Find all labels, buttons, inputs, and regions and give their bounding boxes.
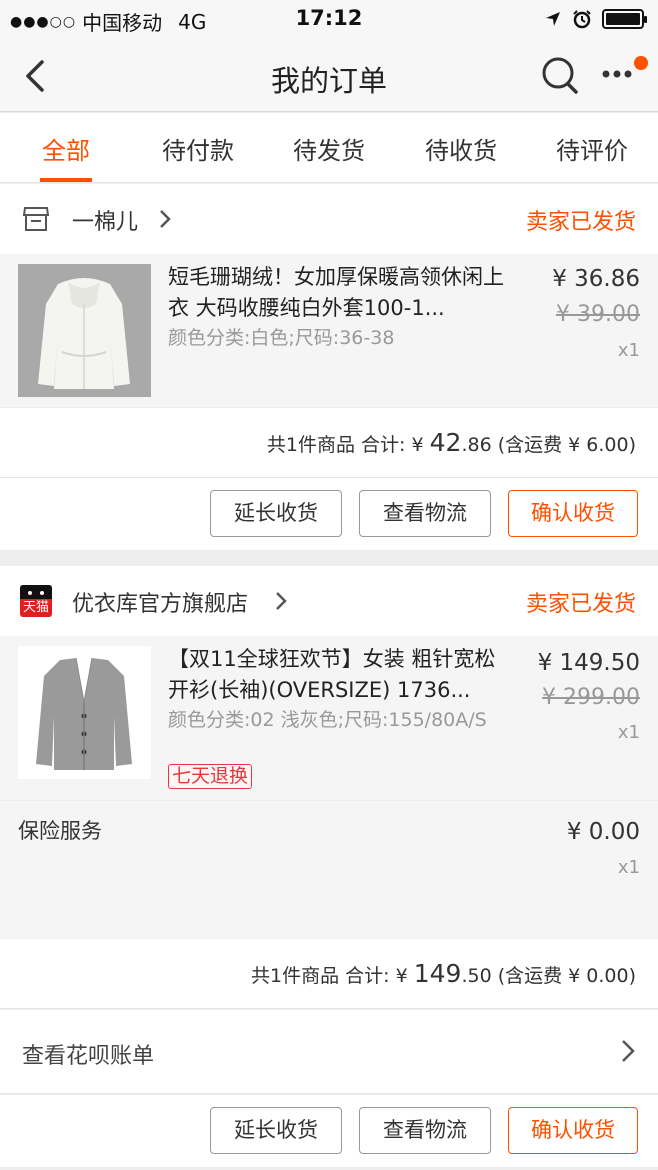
store-name[interactable]: 优衣库官方旗舰店 xyxy=(72,586,248,618)
store-name[interactable]: 一棉儿 xyxy=(72,204,138,236)
summary-prefix: 共1件商品 合计: ¥ xyxy=(266,434,430,456)
jacket-image xyxy=(18,264,151,397)
store-row[interactable]: 天猫 优衣库官方旗舰店 卖家已发货 xyxy=(0,566,658,636)
insurance-service[interactable]: 保险服务 ¥ 0.00 x1 xyxy=(0,801,658,938)
item-original-price: ¥ 39.00 xyxy=(556,302,640,327)
location-icon xyxy=(546,12,560,26)
tab-pending-receipt[interactable]: 待收货 xyxy=(411,131,511,166)
item-quantity: x1 xyxy=(617,340,640,361)
seven-day-return-badge: 七天退换 xyxy=(168,764,253,789)
order-summary: 共1件商品 合计: ¥ 42.86 (含运费 ¥ 6.00) xyxy=(0,408,658,478)
summary-total-integer: 149 xyxy=(413,959,462,988)
item-price: ¥ 36.86 xyxy=(552,266,640,292)
order-status: 卖家已发货 xyxy=(525,210,636,235)
confirm-receipt-button[interactable]: 确认收货 xyxy=(508,1107,638,1154)
confirm-receipt-button[interactable]: 确认收货 xyxy=(508,490,638,537)
status-bar: ●●●○○ 中国移动 4G 17:12 xyxy=(0,0,658,40)
chevron-right-icon xyxy=(622,1040,635,1062)
insurance-price: ¥ 0.00 xyxy=(566,819,640,845)
product-sku: 颜色分类:白色;尺码:36-38 xyxy=(168,327,395,349)
view-logistics-button[interactable]: 查看物流 xyxy=(359,1107,491,1154)
nav-bar: 我的订单 xyxy=(0,40,658,112)
product-title[interactable]: 【双11全球狂欢节】女装 粗针宽松开衫(长袖)(OVERSIZE) 1736..… xyxy=(168,644,513,706)
notification-dot xyxy=(634,56,648,70)
item-quantity: x1 xyxy=(617,722,640,743)
huabei-bill-label[interactable]: 查看花呗账单 xyxy=(22,1038,154,1070)
tab-pending-shipment[interactable]: 待发货 xyxy=(279,131,379,166)
tmall-logo-icon: 天猫 xyxy=(20,585,52,617)
battery-icon xyxy=(602,9,647,29)
product-thumbnail[interactable] xyxy=(18,264,151,397)
tmall-badge-text: 天猫 xyxy=(22,600,49,615)
active-tab-indicator xyxy=(40,178,92,182)
chevron-right-icon xyxy=(160,210,171,228)
tab-pending-review[interactable]: 待评价 xyxy=(542,131,642,166)
order-item[interactable]: 【双11全球狂欢节】女装 粗针宽松开衫(长袖)(OVERSIZE) 1736..… xyxy=(0,636,658,800)
huabei-bill-row[interactable]: 查看花呗账单 xyxy=(0,1010,658,1094)
order-actions: 延长收货 查看物流 确认收货 xyxy=(0,1095,658,1167)
tab-all[interactable]: 全部 xyxy=(16,131,116,166)
product-sku: 颜色分类:02 浅灰色;尺码:155/80A/S xyxy=(168,709,487,731)
order-status: 卖家已发货 xyxy=(525,592,636,617)
extend-receipt-button[interactable]: 延长收货 xyxy=(210,1107,342,1154)
summary-total-decimal: .86 xyxy=(461,434,492,456)
product-title[interactable]: 短毛珊瑚绒！女加厚保暖高领休闲上衣 大码收腰纯白外套100-1... xyxy=(168,262,513,324)
item-price: ¥ 149.50 xyxy=(537,650,640,676)
summary-shipping: (含运费 ¥ 0.00) xyxy=(491,965,636,987)
search-icon[interactable] xyxy=(540,55,580,95)
store-row[interactable]: 一棉儿 卖家已发货 xyxy=(0,184,658,254)
insurance-quantity: x1 xyxy=(617,857,640,878)
summary-total-integer: 42 xyxy=(429,428,462,457)
order-item[interactable]: 短毛珊瑚绒！女加厚保暖高领休闲上衣 大码收腰纯白外套100-1... 颜色分类:… xyxy=(0,254,658,407)
tab-pending-payment[interactable]: 待付款 xyxy=(148,131,248,166)
order-summary: 共1件商品 合计: ¥ 149.50 (含运费 ¥ 0.00) xyxy=(0,939,658,1009)
more-icon[interactable] xyxy=(600,62,636,86)
summary-total-decimal: .50 xyxy=(461,965,492,987)
summary-shipping: (含运费 ¥ 6.00) xyxy=(491,434,636,456)
extend-receipt-button[interactable]: 延长收货 xyxy=(210,490,342,537)
view-logistics-button[interactable]: 查看物流 xyxy=(359,490,491,537)
alarm-icon xyxy=(573,10,591,29)
order-actions: 延长收货 查看物流 确认收货 xyxy=(0,478,658,550)
order-tabs: 全部 待付款 待发货 待收货 待评价 xyxy=(0,113,658,183)
chevron-right-icon xyxy=(276,592,287,610)
product-thumbnail[interactable] xyxy=(18,646,151,779)
item-original-price: ¥ 299.00 xyxy=(542,685,640,710)
summary-prefix: 共1件商品 合计: ¥ xyxy=(251,965,414,987)
insurance-label: 保险服务 xyxy=(18,819,102,843)
cardigan-image xyxy=(18,646,151,779)
store-icon xyxy=(22,207,50,231)
